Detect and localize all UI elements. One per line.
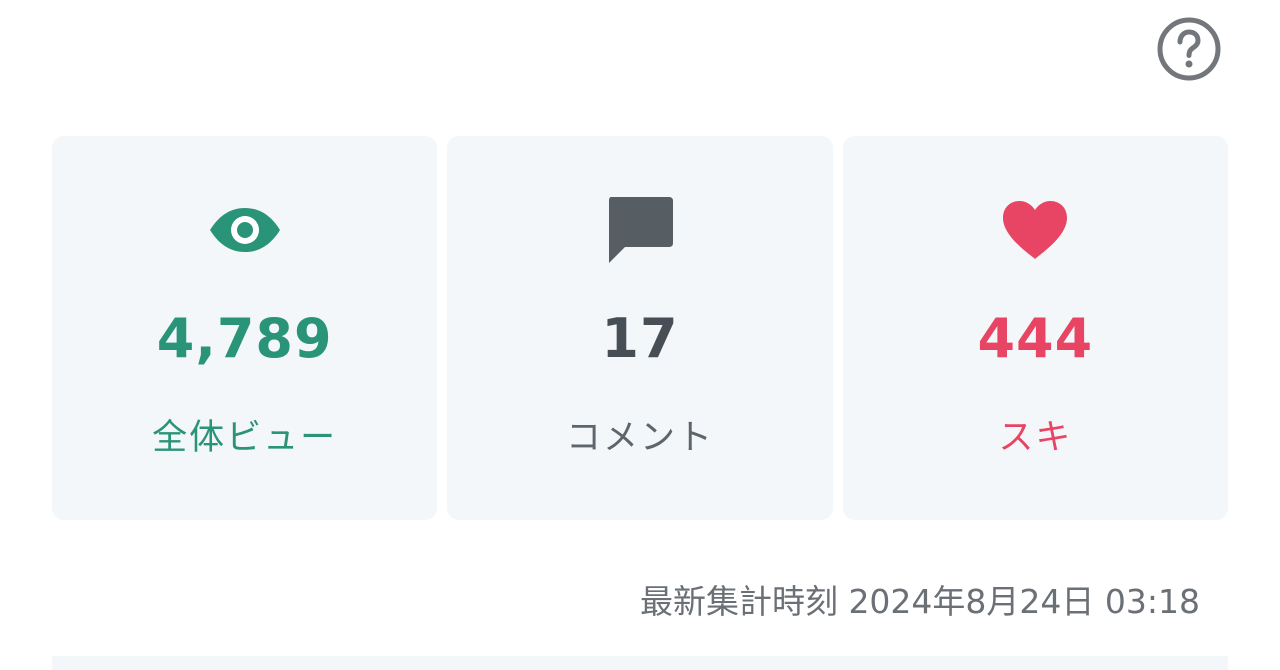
views-count: 4,789 (156, 307, 333, 370)
help-button[interactable] (1156, 16, 1222, 82)
eye-icon (209, 208, 280, 252)
comments-card: 17 コメント (447, 136, 833, 520)
likes-card: 444 スキ (842, 136, 1228, 520)
views-card: 4,789 全体ビュー (52, 136, 438, 520)
heart-icon (1003, 201, 1068, 259)
last-updated-time: 2024年8月24日 03:18 (848, 582, 1200, 621)
question-circle-icon (1157, 17, 1221, 81)
likes-label: スキ (998, 418, 1073, 458)
stats-row: 4,789 全体ビュー 17 コメント 444 スキ (52, 136, 1228, 520)
likes-count: 444 (977, 307, 1094, 370)
comments-count: 17 (601, 307, 679, 370)
views-icon-wrap (52, 190, 437, 270)
bottom-divider (52, 656, 1228, 670)
comments-label: コメント (565, 418, 714, 458)
comments-icon-wrap (447, 190, 832, 270)
last-updated-label: 最新集計時刻 (639, 582, 838, 621)
speech-bubble-icon (608, 197, 673, 263)
views-label: 全体ビュー (152, 418, 338, 458)
last-updated: 最新集計時刻 2024年8月24日 03:18 (640, 578, 1200, 626)
likes-icon-wrap (843, 190, 1228, 270)
